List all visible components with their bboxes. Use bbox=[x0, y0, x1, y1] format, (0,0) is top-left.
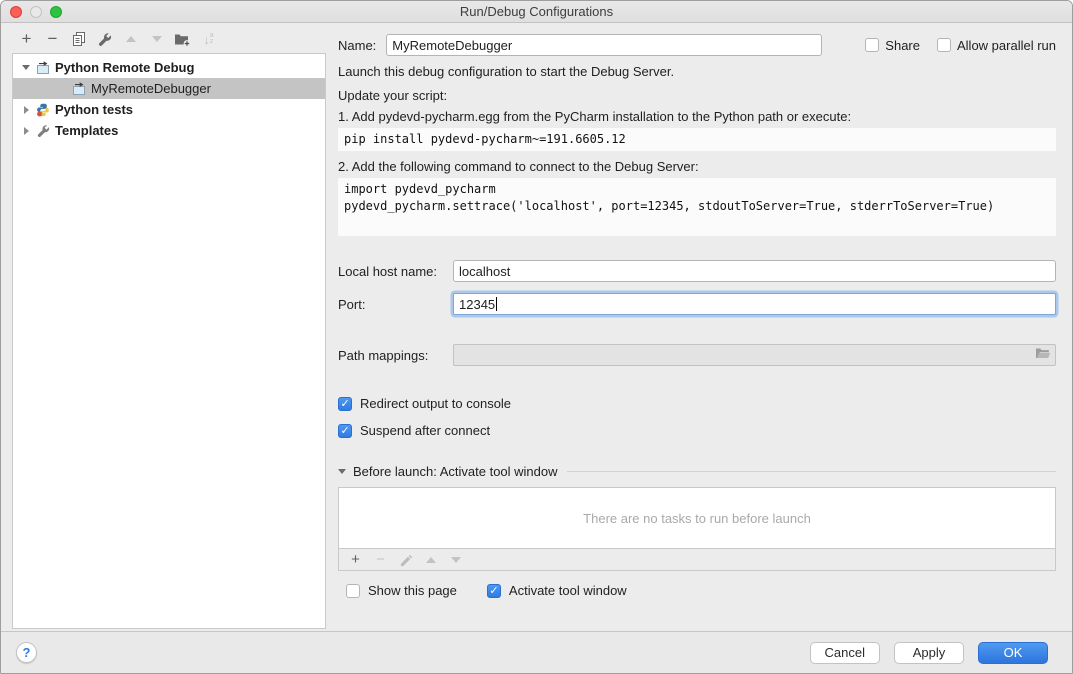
tree-item-python-tests[interactable]: Python tests bbox=[13, 99, 325, 120]
tree-item-label: Python Remote Debug bbox=[55, 60, 194, 75]
name-input[interactable] bbox=[386, 34, 822, 56]
allow-parallel-run-label: Allow parallel run bbox=[957, 38, 1056, 53]
update-script-text: Update your script: bbox=[338, 88, 1056, 104]
edit-pencil-icon[interactable] bbox=[397, 552, 414, 568]
tree-item-label: Python tests bbox=[55, 102, 133, 117]
share-checkbox-group: Share bbox=[865, 38, 920, 53]
local-host-name-label: Local host name: bbox=[338, 264, 453, 279]
chevron-down-icon[interactable] bbox=[19, 65, 33, 70]
launch-description-text: Launch this debug configuration to start… bbox=[338, 64, 1056, 80]
ok-button[interactable]: OK bbox=[978, 642, 1048, 664]
sort-alphabetically-icon[interactable]: ↓ az bbox=[200, 31, 217, 47]
run-config-icon bbox=[71, 82, 87, 96]
tree-item-myremotedebugger[interactable]: MyRemoteDebugger bbox=[13, 78, 325, 99]
tree-item-python-remote-debug[interactable]: Python Remote Debug bbox=[13, 57, 325, 78]
step1-text: 1. Add pydevd-pycharm.egg from the PyCha… bbox=[338, 109, 1056, 125]
show-this-page-label: Show this page bbox=[368, 583, 457, 598]
title-bar[interactable]: Run/Debug Configurations bbox=[1, 1, 1072, 23]
pip-install-code[interactable]: pip install pydevd-pycharm~=191.6605.12 bbox=[338, 128, 1056, 151]
name-label: Name: bbox=[338, 38, 376, 53]
path-mappings-input[interactable] bbox=[453, 344, 1056, 366]
copy-icon[interactable] bbox=[70, 31, 87, 47]
port-label: Port: bbox=[338, 297, 453, 312]
run-config-icon bbox=[35, 61, 51, 75]
close-window-icon[interactable] bbox=[10, 6, 22, 18]
activate-tool-window-label: Activate tool window bbox=[509, 583, 627, 598]
path-mappings-label: Path mappings: bbox=[338, 348, 453, 363]
step2-text: 2. Add the following command to connect … bbox=[338, 159, 1056, 175]
share-checkbox[interactable] bbox=[865, 38, 879, 52]
suspend-after-connect-checkbox[interactable] bbox=[338, 424, 352, 438]
port-value: 12345 bbox=[459, 297, 495, 312]
sidebar-toolbar: + − ↓ az bbox=[1, 23, 326, 51]
activate-tool-window-checkbox[interactable] bbox=[487, 584, 501, 598]
dialog-footer: ? Cancel Apply OK bbox=[1, 631, 1072, 673]
add-task-icon[interactable]: + bbox=[347, 552, 364, 568]
redirect-output-label: Redirect output to console bbox=[360, 396, 511, 411]
section-divider bbox=[567, 471, 1056, 472]
browse-folder-icon[interactable] bbox=[1035, 347, 1051, 363]
remove-icon[interactable]: − bbox=[44, 31, 61, 47]
move-task-up-icon[interactable] bbox=[422, 552, 439, 568]
edit-defaults-wrench-icon[interactable] bbox=[96, 31, 113, 47]
configurations-tree: Python Remote Debug MyRemoteDebugger bbox=[12, 53, 326, 629]
suspend-after-connect-label: Suspend after connect bbox=[360, 423, 490, 438]
share-label: Share bbox=[885, 38, 920, 53]
python-tests-icon bbox=[35, 103, 51, 117]
move-task-down-icon[interactable] bbox=[447, 552, 464, 568]
before-launch-toolbar: + − bbox=[338, 549, 1056, 571]
allow-parallel-checkbox-group: Allow parallel run bbox=[937, 38, 1056, 53]
text-caret bbox=[496, 297, 497, 311]
port-input[interactable]: 12345 bbox=[453, 293, 1056, 315]
remove-task-icon[interactable]: − bbox=[372, 552, 389, 568]
chevron-right-icon[interactable] bbox=[19, 127, 33, 135]
traffic-lights bbox=[10, 6, 62, 18]
collapse-section-icon[interactable] bbox=[338, 469, 346, 474]
before-launch-section-header[interactable]: Before launch: Activate tool window bbox=[338, 464, 1056, 479]
settrace-code[interactable]: import pydevd_pycharm pydevd_pycharm.set… bbox=[338, 178, 1056, 236]
apply-button[interactable]: Apply bbox=[894, 642, 964, 664]
show-this-page-checkbox[interactable] bbox=[346, 584, 360, 598]
add-icon[interactable]: + bbox=[18, 31, 35, 47]
help-icon: ? bbox=[23, 645, 31, 660]
configurations-sidebar: + − ↓ az bbox=[1, 23, 326, 633]
before-launch-task-list[interactable]: There are no tasks to run before launch bbox=[338, 487, 1056, 549]
wrench-icon bbox=[35, 124, 51, 138]
window-title: Run/Debug Configurations bbox=[460, 4, 613, 19]
move-down-icon[interactable] bbox=[148, 31, 165, 47]
allow-parallel-run-checkbox[interactable] bbox=[937, 38, 951, 52]
move-up-icon[interactable] bbox=[122, 31, 139, 47]
minimize-window-icon[interactable] bbox=[30, 6, 42, 18]
tree-item-label: MyRemoteDebugger bbox=[91, 81, 211, 96]
chevron-right-icon[interactable] bbox=[19, 106, 33, 114]
new-folder-icon[interactable] bbox=[174, 31, 191, 47]
run-debug-configurations-dialog: Run/Debug Configurations + − ↓ bbox=[0, 0, 1073, 674]
tree-item-templates[interactable]: Templates bbox=[13, 120, 325, 141]
empty-task-list-text: There are no tasks to run before launch bbox=[583, 511, 811, 526]
redirect-output-checkbox[interactable] bbox=[338, 397, 352, 411]
configuration-form: Name: Share Allow parallel run Launch th… bbox=[326, 23, 1072, 633]
tree-item-label: Templates bbox=[55, 123, 118, 138]
zoom-window-icon[interactable] bbox=[50, 6, 62, 18]
cancel-button[interactable]: Cancel bbox=[810, 642, 880, 664]
before-launch-title: Before launch: Activate tool window bbox=[353, 464, 558, 479]
help-button[interactable]: ? bbox=[16, 642, 37, 663]
local-host-name-input[interactable] bbox=[453, 260, 1056, 282]
